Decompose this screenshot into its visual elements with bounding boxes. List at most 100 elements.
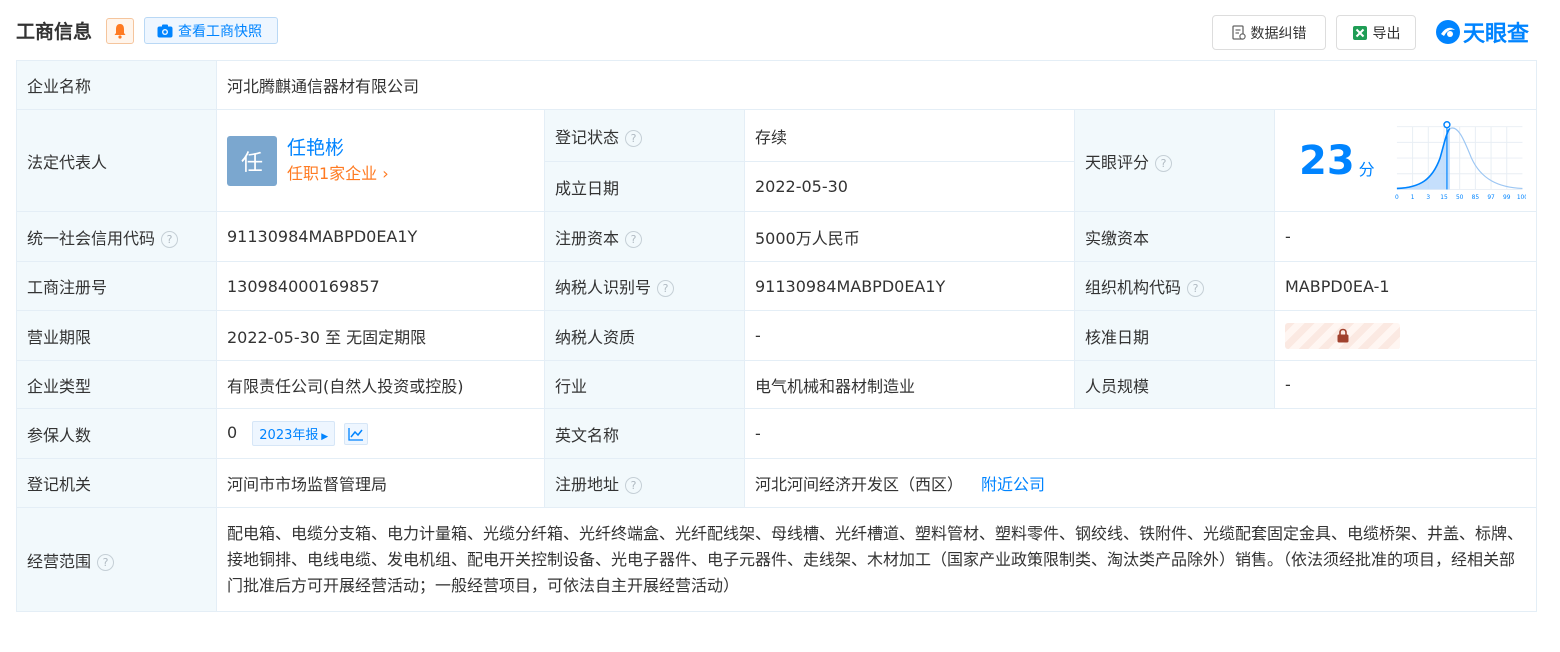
monitor-bell-button[interactable] <box>106 18 134 44</box>
trend-icon <box>348 427 364 441</box>
logo-mark-icon <box>1436 20 1460 44</box>
tianyan-score-cell[interactable]: 23 分 0 1 3 15 50 85 97 99 10 <box>1273 109 1538 212</box>
reg-capital-label: 注册资本 <box>555 228 620 248</box>
taxpayer-id-value[interactable]: 91130984MABPD0EA1Y <box>744 261 1075 311</box>
data-correction-button[interactable]: 数据纠错 <box>1212 15 1326 50</box>
legal-rep-positions-text: 任职1家企业 <box>287 163 378 183</box>
excel-icon <box>1352 25 1367 40</box>
help-icon[interactable]: ? <box>1155 154 1173 172</box>
credit-code-label: 统一社会信用代码 <box>27 228 156 248</box>
reg-capital-label-cell: 注册资本? <box>544 211 745 262</box>
bell-icon <box>114 24 126 39</box>
reg-status-label: 登记状态 <box>555 127 620 147</box>
score-unit: 分 <box>1358 159 1375 179</box>
reg-authority-value: 河间市市场监督管理局 <box>216 458 545 508</box>
table-row: 经营范围? 配电箱、电缆分支箱、电力计量箱、光缆分纤箱、光纤终端盒、光纤配线架、… <box>16 507 1538 612</box>
view-snapshot-label: 查看工商快照 <box>178 23 262 40</box>
reg-address-label: 注册地址 <box>555 475 620 494</box>
company-name-label: 企业名称 <box>16 60 217 110</box>
reg-address-value[interactable]: 河北河间经济开发区（西区） <box>755 475 963 494</box>
business-term-value: 2022-05-30 至 无固定期限 <box>216 310 545 361</box>
reg-status-label-cell: 登记状态? <box>544 109 745 162</box>
table-row: 登记机关 河间市市场监督管理局 注册地址? 河北河间经济开发区（西区） 附近公司 <box>16 458 1538 508</box>
help-icon[interactable]: ? <box>625 129 643 147</box>
section-title: 工商信息 <box>16 21 93 43</box>
industry-label: 行业 <box>544 360 745 409</box>
paid-capital-label: 实缴资本 <box>1074 211 1275 262</box>
reg-address-cell: 河北河间经济开发区（西区） 附近公司 <box>743 458 1538 508</box>
taxpayer-id-label-cell: 纳税人识别号? <box>544 261 745 311</box>
tianyancha-logo: 天眼查 <box>1435 16 1529 48</box>
help-icon[interactable]: ? <box>97 553 115 571</box>
insured-value: 0 <box>227 423 238 442</box>
score-number: 23 <box>1299 137 1355 184</box>
reg-authority-label: 登记机关 <box>16 458 217 508</box>
caret-right-icon: ▶ <box>318 432 329 442</box>
english-name-value: - <box>743 408 1538 459</box>
taxpayer-qual-label: 纳税人资质 <box>544 310 745 361</box>
tianyan-score-label: 天眼评分 <box>1085 152 1150 172</box>
score-tick-label: 50 <box>1456 195 1464 201</box>
lock-icon <box>1337 328 1348 343</box>
legal-rep-cell: 任 任艳彬 任职1家企业 › <box>216 109 545 212</box>
company-type-label: 企业类型 <box>16 360 217 409</box>
score-tick-label: 0 <box>1395 195 1399 201</box>
business-info-table: 企业名称 河北腾麒通信器材有限公司 法定代表人 任 任艳彬 任职1家企业 › 登… <box>16 60 1538 612</box>
help-icon[interactable]: ? <box>625 477 643 494</box>
nearby-companies-link[interactable]: 附近公司 <box>981 475 1045 494</box>
insured-cell: 0 2023年报 ▶ <box>216 408 545 459</box>
business-scope-value: 配电箱、电缆分支箱、电力计量箱、光缆分纤箱、光纤终端盒、光纤配线架、母线槽、光纤… <box>215 507 1538 612</box>
table-row: 营业期限 2022-05-30 至 无固定期限 纳税人资质 - 核准日期 <box>16 310 1538 361</box>
annual-report-tag[interactable]: 2023年报 ▶ <box>252 421 336 446</box>
reg-address-label-cell: 注册地址? <box>544 458 745 508</box>
insured-label: 参保人数 <box>16 408 217 459</box>
staff-size-value: - <box>1273 360 1538 409</box>
tianyan-score-label-cell: 天眼评分? <box>1074 109 1275 212</box>
legal-rep-positions-link[interactable]: 任职1家企业 › <box>287 161 389 187</box>
company-name-value[interactable]: 河北腾麒通信器材有限公司 <box>215 60 1538 110</box>
reg-number-label: 工商注册号 <box>16 261 217 311</box>
locked-value[interactable] <box>1285 322 1400 349</box>
reg-number-value[interactable]: 130984000169857 <box>216 261 545 311</box>
taxpayer-qual-value: - <box>744 310 1075 361</box>
score-tick-label: 97 <box>1487 195 1495 201</box>
business-term-label: 营业期限 <box>16 310 217 361</box>
score-tick-label: 15 <box>1440 195 1448 201</box>
help-icon[interactable]: ? <box>1187 280 1205 297</box>
section-header: 工商信息 查看工商快照 数据纠错 导出 天眼查 <box>0 0 1560 60</box>
trend-chart-button[interactable] <box>344 422 369 445</box>
annual-report-tag-label: 2023年报 <box>259 428 319 443</box>
reg-capital-value: 5000万人民币 <box>744 211 1075 262</box>
score-tick-label: 100 <box>1517 195 1527 201</box>
camera-icon <box>157 24 173 37</box>
table-row: 法定代表人 任 任艳彬 任职1家企业 › 登记状态? 存续 天眼评分? 23 分 <box>16 109 1538 212</box>
score-tick-label: 1 <box>1410 195 1414 201</box>
org-code-value[interactable]: MABPD0EA-1 <box>1273 261 1538 311</box>
english-name-label: 英文名称 <box>544 408 745 459</box>
paid-capital-value: - <box>1273 211 1538 262</box>
legal-rep-label: 法定代表人 <box>16 109 217 212</box>
document-edit-icon <box>1231 24 1246 40</box>
score-distribution-chart: 0 1 3 15 50 85 97 99 100 <box>1395 120 1527 201</box>
table-row: 企业类型 有限责任公司(自然人投资或控股) 行业 电气机械和器材制造业 人员规模… <box>16 360 1538 409</box>
export-label: 导出 <box>1372 25 1401 42</box>
taxpayer-id-label: 纳税人识别号 <box>555 278 652 297</box>
help-icon[interactable]: ? <box>625 230 643 248</box>
logo-text: 天眼查 <box>1463 22 1530 47</box>
approval-date-label: 核准日期 <box>1074 310 1275 361</box>
table-row: 参保人数 0 2023年报 ▶ 英文名称 - <box>16 408 1538 459</box>
industry-value: 电气机械和器材制造业 <box>744 360 1075 409</box>
established-value: 2022-05-30 <box>744 161 1075 212</box>
view-snapshot-button[interactable]: 查看工商快照 <box>144 17 278 44</box>
credit-code-label-cell: 统一社会信用代码? <box>16 211 217 262</box>
export-button[interactable]: 导出 <box>1336 15 1416 50</box>
table-row: 统一社会信用代码? 91130984MABPD0EA1Y 注册资本? 5000万… <box>16 211 1538 262</box>
legal-rep-name-link[interactable]: 任艳彬 <box>287 135 389 161</box>
help-icon[interactable]: ? <box>657 280 675 297</box>
table-row: 工商注册号 130984000169857 纳税人识别号? 91130984MA… <box>16 261 1538 311</box>
score-tick-label: 3 <box>1426 195 1430 201</box>
chevron-right-icon: › <box>377 163 389 183</box>
avatar[interactable]: 任 <box>227 135 277 186</box>
help-icon[interactable]: ? <box>161 230 179 248</box>
credit-code-value[interactable]: 91130984MABPD0EA1Y <box>216 211 545 262</box>
